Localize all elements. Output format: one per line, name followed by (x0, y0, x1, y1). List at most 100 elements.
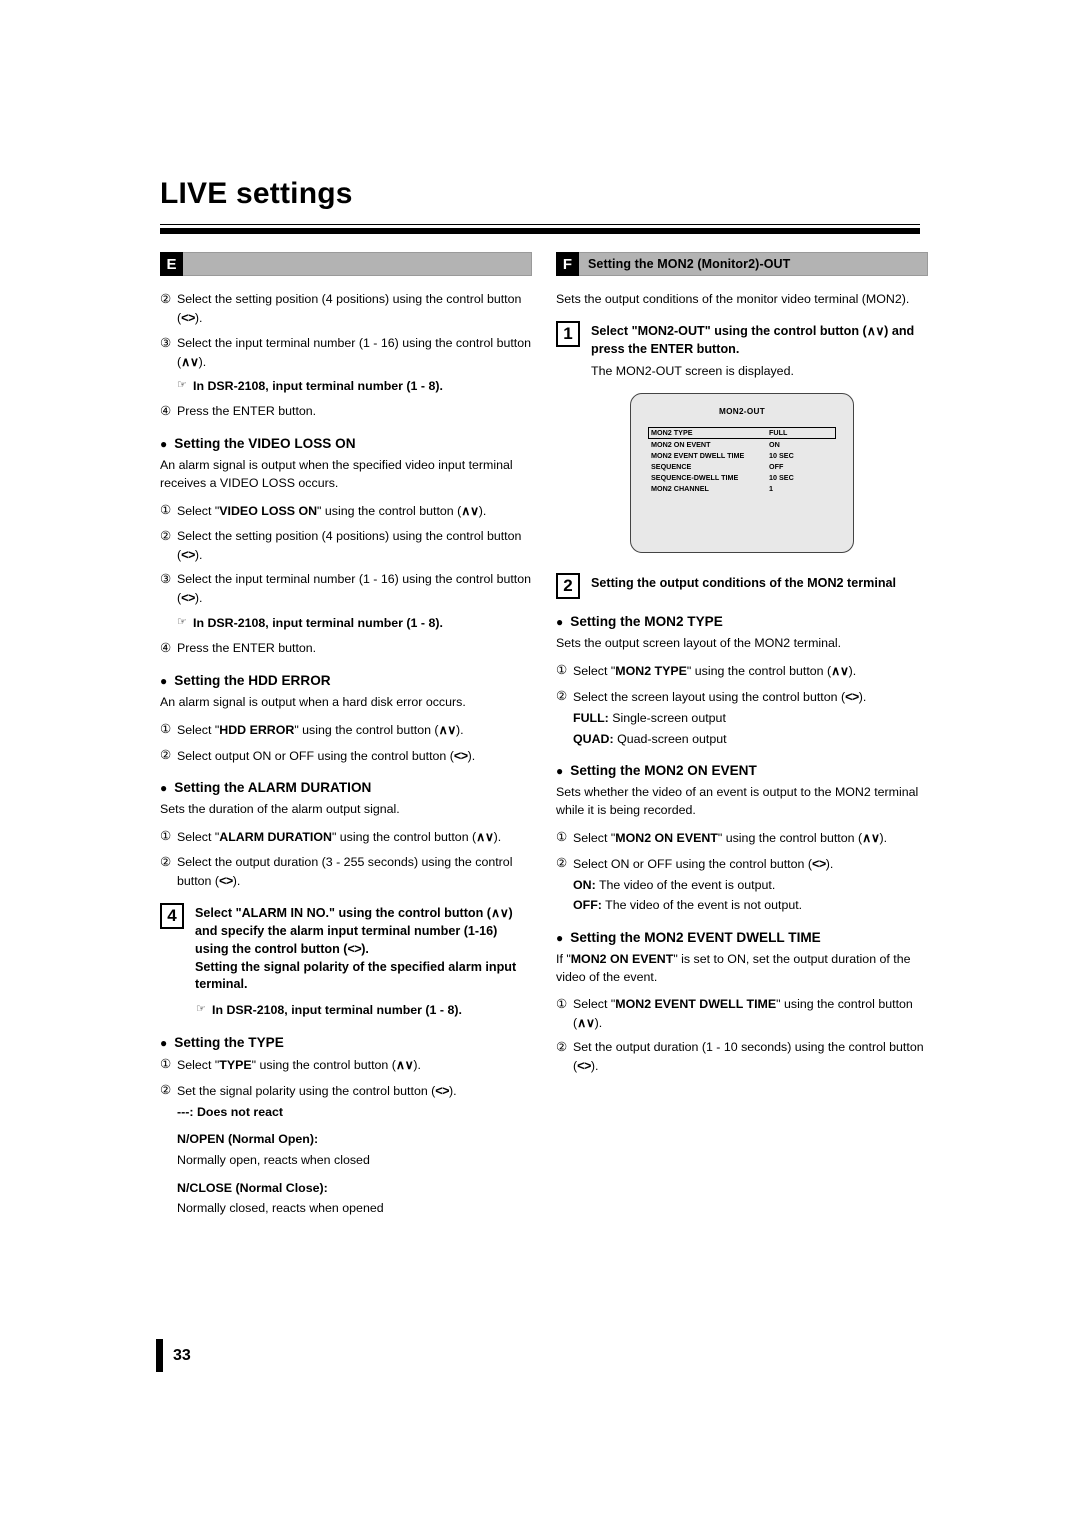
heading-text: Setting the VIDEO LOSS ON (174, 436, 356, 452)
step-text: Select "MON2 TYPE" using the control but… (573, 664, 857, 679)
osd-value: 10 SEC (769, 450, 794, 460)
step-number: ② (160, 1083, 172, 1097)
heading-text: Setting the MON2 ON EVENT (570, 763, 757, 779)
step-number: ③ (160, 572, 172, 587)
hdd-error-intro: An alarm signal is output when a hard di… (160, 694, 466, 709)
step-1-text: Select "MON2-OUT" using the control butt… (591, 321, 928, 381)
step-2-text: Setting the output conditions of the MON… (591, 576, 897, 591)
osd-label: MON2 CHANNEL (651, 484, 709, 494)
step-number: ① (160, 1057, 172, 1072)
osd-row-sequence[interactable]: SEQUENCE OFF (648, 461, 836, 472)
step-1-block: 1 Select "MON2-OUT" using the control bu… (556, 320, 928, 381)
note-dsr2108: ☞ In DSR-2108, input terminal number (1 … (177, 378, 532, 396)
type-nopen-label: N/OPEN (Normal Open): (177, 1130, 532, 1149)
quad-label: QUAD: (573, 731, 614, 746)
section-header-e: E (160, 252, 532, 276)
osd-title: MON2-OUT (718, 407, 766, 417)
step-4-block: 4 Select "ALARM IN NO." using the contro… (160, 902, 532, 994)
osd-row-mon2-type[interactable]: MON2 TYPE FULL (648, 427, 836, 439)
step-text: Select "HDD ERROR" using the control but… (177, 722, 464, 737)
osd-label: SEQUENCE (651, 462, 692, 472)
left-column: E ② Select the setting position (4 posit… (160, 252, 532, 1220)
step-number-box: 1 (556, 320, 580, 347)
list-item: ③ Select the input terminal number (1 - … (160, 571, 532, 608)
section-letter-f: F (556, 252, 579, 276)
type-nclose-desc: Normally closed, reacts when opened (177, 1201, 384, 1216)
pointing-hand-icon: ☞ (177, 379, 187, 392)
step-text: Select "MON2 EVENT DWELL TIME" using the… (573, 996, 913, 1030)
osd-value: 1 (769, 484, 773, 494)
list-item: ② Select the output duration (3 - 255 se… (160, 854, 532, 891)
step-text: Select "TYPE" using the control button (… (177, 1058, 421, 1073)
osd-label: MON2 TYPE (651, 428, 693, 438)
osd-label: SEQUENCE-DWELL TIME (651, 473, 739, 483)
heading-alarm-duration: ● Setting the ALARM DURATION (160, 780, 532, 795)
osd-value: 10 SEC (769, 473, 794, 483)
bullet-icon: ● (160, 437, 168, 452)
note-text: In DSR-2108, input terminal number (1 - … (193, 616, 443, 631)
bullet-icon: ● (556, 764, 564, 779)
step-text: Select the output duration (3 - 255 seco… (177, 855, 513, 889)
step-text: Select output ON or OFF using the contro… (177, 748, 476, 763)
step-text: Select "MON2 ON EVENT" using the control… (573, 830, 888, 845)
heading-type: ● Setting the TYPE (160, 1035, 532, 1050)
step-number: ② (160, 747, 172, 762)
step-text: Select the setting position (4 positions… (177, 292, 522, 325)
section-title-f: Setting the MON2 (Monitor2)-OUT (588, 257, 791, 271)
on-desc: The video of the event is output. (598, 877, 776, 892)
full-label: FULL: (573, 711, 609, 726)
osd-value: FULL (769, 428, 788, 438)
list-item: ① Select "TYPE" using the control button… (160, 1056, 532, 1075)
list-item: ① Select "HDD ERROR" using the control b… (160, 721, 532, 740)
step-text: Select the screen layout using the contr… (573, 690, 867, 705)
note-dsr2108: ☞ In DSR-2108, input terminal number (1 … (177, 615, 532, 633)
bullet-icon: ● (556, 615, 564, 630)
mon2-on-event-intro: Sets whether the video of an event is ou… (556, 785, 919, 818)
step-text: Select the input terminal number (1 - 16… (177, 335, 532, 369)
page-footer: 33 (156, 1339, 191, 1372)
list-item: ② Select output ON or OFF using the cont… (160, 747, 532, 766)
footer-marker-bar (156, 1339, 163, 1372)
step-text: Select "VIDEO LOSS ON" using the control… (177, 503, 487, 518)
type-nopen-desc: Normally open, reacts when closed (177, 1153, 370, 1168)
alarm-duration-intro: Sets the duration of the alarm output si… (160, 802, 400, 817)
section-title-e (183, 253, 192, 275)
step-text: Press the ENTER button. (177, 641, 317, 656)
list-item: ④ Press the ENTER button. (160, 403, 532, 421)
step-number: ① (556, 829, 568, 844)
section-letter-e: E (160, 252, 183, 276)
pointing-hand-icon: ☞ (177, 616, 187, 629)
step-number-box: 4 (160, 902, 184, 929)
step-text: Select the input terminal number (1 - 16… (177, 572, 532, 606)
mon2-event-dwell-intro: If "MON2 ON EVENT" is set to ON, set the… (556, 951, 911, 984)
n-close-label: N/CLOSE (Normal Close): (177, 1180, 328, 1195)
list-item: ② Set the output duration (1 - 10 second… (556, 1039, 928, 1076)
osd-value: OFF (769, 462, 784, 472)
heading-text: Setting the ALARM DURATION (174, 780, 372, 796)
list-item: ① Select "MON2 ON EVENT" using the contr… (556, 829, 928, 848)
step-4-text: Select "ALARM IN NO." using the control … (195, 905, 517, 992)
osd-row-mon2-event-dwell-time[interactable]: MON2 EVENT DWELL TIME 10 SEC (648, 450, 836, 461)
heading-mon2-type: ● Setting the MON2 TYPE (556, 614, 928, 629)
section-header-f: F Setting the MON2 (Monitor2)-OUT (556, 252, 928, 276)
osd-label: MON2 EVENT DWELL TIME (651, 450, 745, 460)
list-item: ① Select "ALARM DURATION" using the cont… (160, 828, 532, 847)
list-item: ② Select ON or OFF using the control but… (556, 855, 928, 874)
note-text: In DSR-2108, input terminal number (1 - … (212, 1003, 462, 1018)
list-item: ② Select the screen layout using the con… (556, 688, 928, 707)
heading-text: Setting the HDD ERROR (174, 672, 331, 688)
heading-hdd-error: ● Setting the HDD ERROR (160, 673, 532, 688)
step-text: Select the setting position (4 positions… (177, 528, 522, 562)
note-text: In DSR-2108, input terminal number (1 - … (193, 379, 443, 394)
heading-mon2-event-dwell-time: ● Setting the MON2 EVENT DWELL TIME (556, 930, 928, 945)
step-text: Select ON or OFF using the control butto… (573, 856, 834, 871)
page-title: LIVE settings (160, 177, 353, 210)
step-number: ① (556, 996, 568, 1011)
bullet-icon: ● (556, 930, 564, 945)
osd-row-mon2-channel[interactable]: MON2 CHANNEL 1 (648, 483, 836, 494)
step-text: Press the ENTER button. (177, 404, 317, 419)
osd-row-sequence-dwell-time[interactable]: SEQUENCE-DWELL TIME 10 SEC (648, 472, 836, 483)
osd-mon2-out-screen: MON2-OUT MON2 TYPE FULL MON2 ON EVENT ON… (630, 393, 854, 554)
osd-row-mon2-on-event[interactable]: MON2 ON EVENT ON (648, 439, 836, 450)
title-rule-thick (160, 227, 920, 234)
